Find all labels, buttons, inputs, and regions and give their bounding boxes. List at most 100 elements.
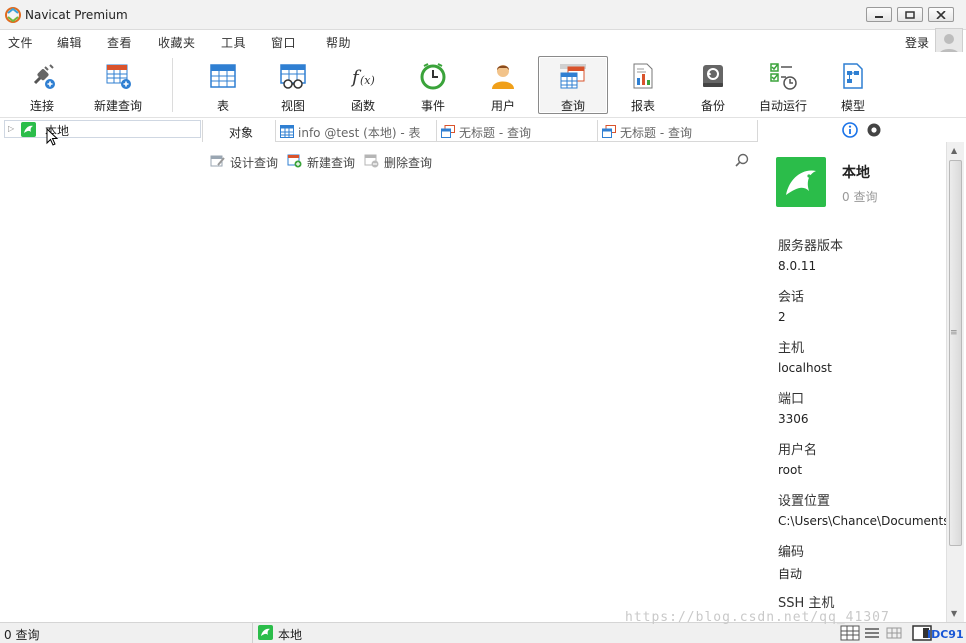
maximize-button[interactable] <box>897 7 923 22</box>
list-view-icon[interactable] <box>862 625 882 641</box>
table-label: 表 <box>216 99 229 113</box>
prop-encoding: 编码 自动 <box>778 541 804 582</box>
menu-tools[interactable]: 工具 <box>221 34 246 51</box>
design-query-icon <box>210 155 225 167</box>
table-icon <box>210 64 236 88</box>
menu-bar: 文件 编辑 查看 收藏夹 工具 窗口 帮助 登录 <box>0 30 966 52</box>
corner-tag: IDC91 <box>927 628 964 641</box>
new-query-icon <box>287 154 302 168</box>
function-label: 函数 <box>350 99 375 113</box>
tab-objects-label: 对象 <box>229 126 254 140</box>
tab-bar: 对象 info @test (本地) - 表 无标题 - 查询 无标题 - 查询 <box>202 118 758 142</box>
status-bar: 0 查询 本地 <box>0 622 966 643</box>
connection-name: 本地 <box>842 165 870 181</box>
backup-button[interactable]: 备份 <box>678 56 748 114</box>
prop-key: 编码 <box>778 545 805 560</box>
toolbar-separator <box>172 58 173 112</box>
menu-help[interactable]: 帮助 <box>326 34 351 51</box>
table-icon <box>280 125 294 138</box>
prop-key: 主机 <box>778 341 805 356</box>
clock-icon <box>420 63 446 90</box>
prop-value: localhost <box>778 361 832 375</box>
info-panel: 本地 0 查询 服务器版本 8.0.11 会话 2 主机 localhost 端… <box>758 142 946 622</box>
object-toolbar: 设计查询 新建查询 删除查询 <box>202 146 758 174</box>
new-query-icon <box>106 64 131 89</box>
navicat-logo-icon <box>5 7 21 23</box>
report-button[interactable]: 报表 <box>608 56 678 114</box>
signin-link[interactable]: 登录 <box>905 34 929 51</box>
title-bar: Navicat Premium <box>0 0 966 30</box>
prop-username: 用户名 root <box>778 439 817 477</box>
menu-view[interactable]: 查看 <box>107 34 132 51</box>
model-label: 模型 <box>840 99 865 113</box>
delete-query-icon <box>364 154 379 168</box>
main-toolbar: 连接 新建查询 表 视图 f (x) 函数 事件 用户 查询 报表 备份 自动运… <box>0 52 966 118</box>
status-query-count: 0 查询 <box>4 628 40 642</box>
menu-file[interactable]: 文件 <box>8 34 33 51</box>
prop-key: 用户名 <box>778 443 818 458</box>
watermark: https://blog.csdn.net/qq_41307 <box>625 610 890 625</box>
table-button[interactable]: 表 <box>188 56 258 114</box>
prop-value: 3306 <box>778 412 809 426</box>
prop-key: 服务器版本 <box>778 239 844 254</box>
plug-icon <box>33 64 55 89</box>
tab-untitled-query-2[interactable]: 无标题 - 查询 <box>598 120 758 142</box>
new-query-object-label: 新建查询 <box>307 156 356 170</box>
connection-button[interactable]: 连接 <box>7 56 77 114</box>
delete-query-label: 删除查询 <box>384 156 433 170</box>
model-button[interactable]: 模型 <box>818 56 888 114</box>
detail-view-icon[interactable] <box>884 625 904 641</box>
view-button[interactable]: 视图 <box>258 56 328 114</box>
schedule-icon <box>770 63 797 90</box>
menu-window[interactable]: 窗口 <box>271 34 296 51</box>
prop-key: 设置位置 <box>778 494 831 509</box>
tree-item-local[interactable]: ▷ 本地 <box>4 120 201 138</box>
minimize-button[interactable] <box>866 7 892 22</box>
connection-tree: ▷ 本地 <box>0 118 202 622</box>
prop-settings-location: 设置位置 C:\Users\Chance\Documents\ <box>778 490 946 528</box>
mysql-dolphin-icon <box>258 625 273 640</box>
view-icon <box>280 64 306 89</box>
tab-untitled-query-1[interactable]: 无标题 - 查询 <box>437 120 598 142</box>
connection-query-count: 0 查询 <box>842 190 878 204</box>
prop-value: root <box>778 463 803 477</box>
info-icon[interactable] <box>842 122 858 138</box>
event-button[interactable]: 事件 <box>398 56 468 114</box>
tab-info-table[interactable]: info @test (本地) - 表 <box>276 120 437 142</box>
design-query-label: 设计查询 <box>230 156 279 170</box>
automation-button[interactable]: 自动运行 <box>748 56 818 114</box>
eye-icon[interactable] <box>866 122 882 138</box>
tab-info-table-label: info @test (本地) - 表 <box>298 126 421 140</box>
query-icon <box>602 125 616 138</box>
backup-label: 备份 <box>700 99 725 113</box>
search-icon[interactable] <box>734 153 750 169</box>
tab-objects[interactable]: 对象 <box>202 120 276 142</box>
query-button[interactable]: 查询 <box>538 56 608 114</box>
new-query-button[interactable]: 新建查询 <box>83 56 153 114</box>
connection-label: 连接 <box>29 99 54 113</box>
new-query-label: 新建查询 <box>93 99 142 113</box>
info-panel-scrollbar[interactable]: ▲ ≡ ▼ <box>946 142 964 622</box>
scroll-down-icon[interactable]: ▼ <box>951 609 957 618</box>
status-separator <box>252 623 253 643</box>
menu-favorites[interactable]: 收藏夹 <box>158 34 196 51</box>
minimize-icon <box>875 15 883 18</box>
close-button[interactable] <box>928 7 954 22</box>
model-icon <box>843 63 863 89</box>
scrollbar-thumb[interactable] <box>949 160 962 546</box>
expand-arrow-icon[interactable]: ▷ <box>8 124 14 133</box>
scroll-up-icon[interactable]: ▲ <box>951 146 957 155</box>
tab-untitled-query-1-label: 无标题 - 查询 <box>459 126 531 140</box>
mysql-dolphin-icon <box>776 157 826 207</box>
function-button[interactable]: f (x) 函数 <box>328 56 398 114</box>
report-label: 报表 <box>630 99 655 113</box>
query-label: 查询 <box>560 99 585 113</box>
report-icon <box>633 63 653 89</box>
close-icon <box>936 10 946 19</box>
user-label: 用户 <box>490 99 515 113</box>
prop-port: 端口 3306 <box>778 388 809 426</box>
window-title: Navicat Premium <box>25 8 128 22</box>
menu-edit[interactable]: 编辑 <box>57 34 82 51</box>
user-button[interactable]: 用户 <box>468 56 538 114</box>
grid-view-icon[interactable] <box>840 625 860 641</box>
